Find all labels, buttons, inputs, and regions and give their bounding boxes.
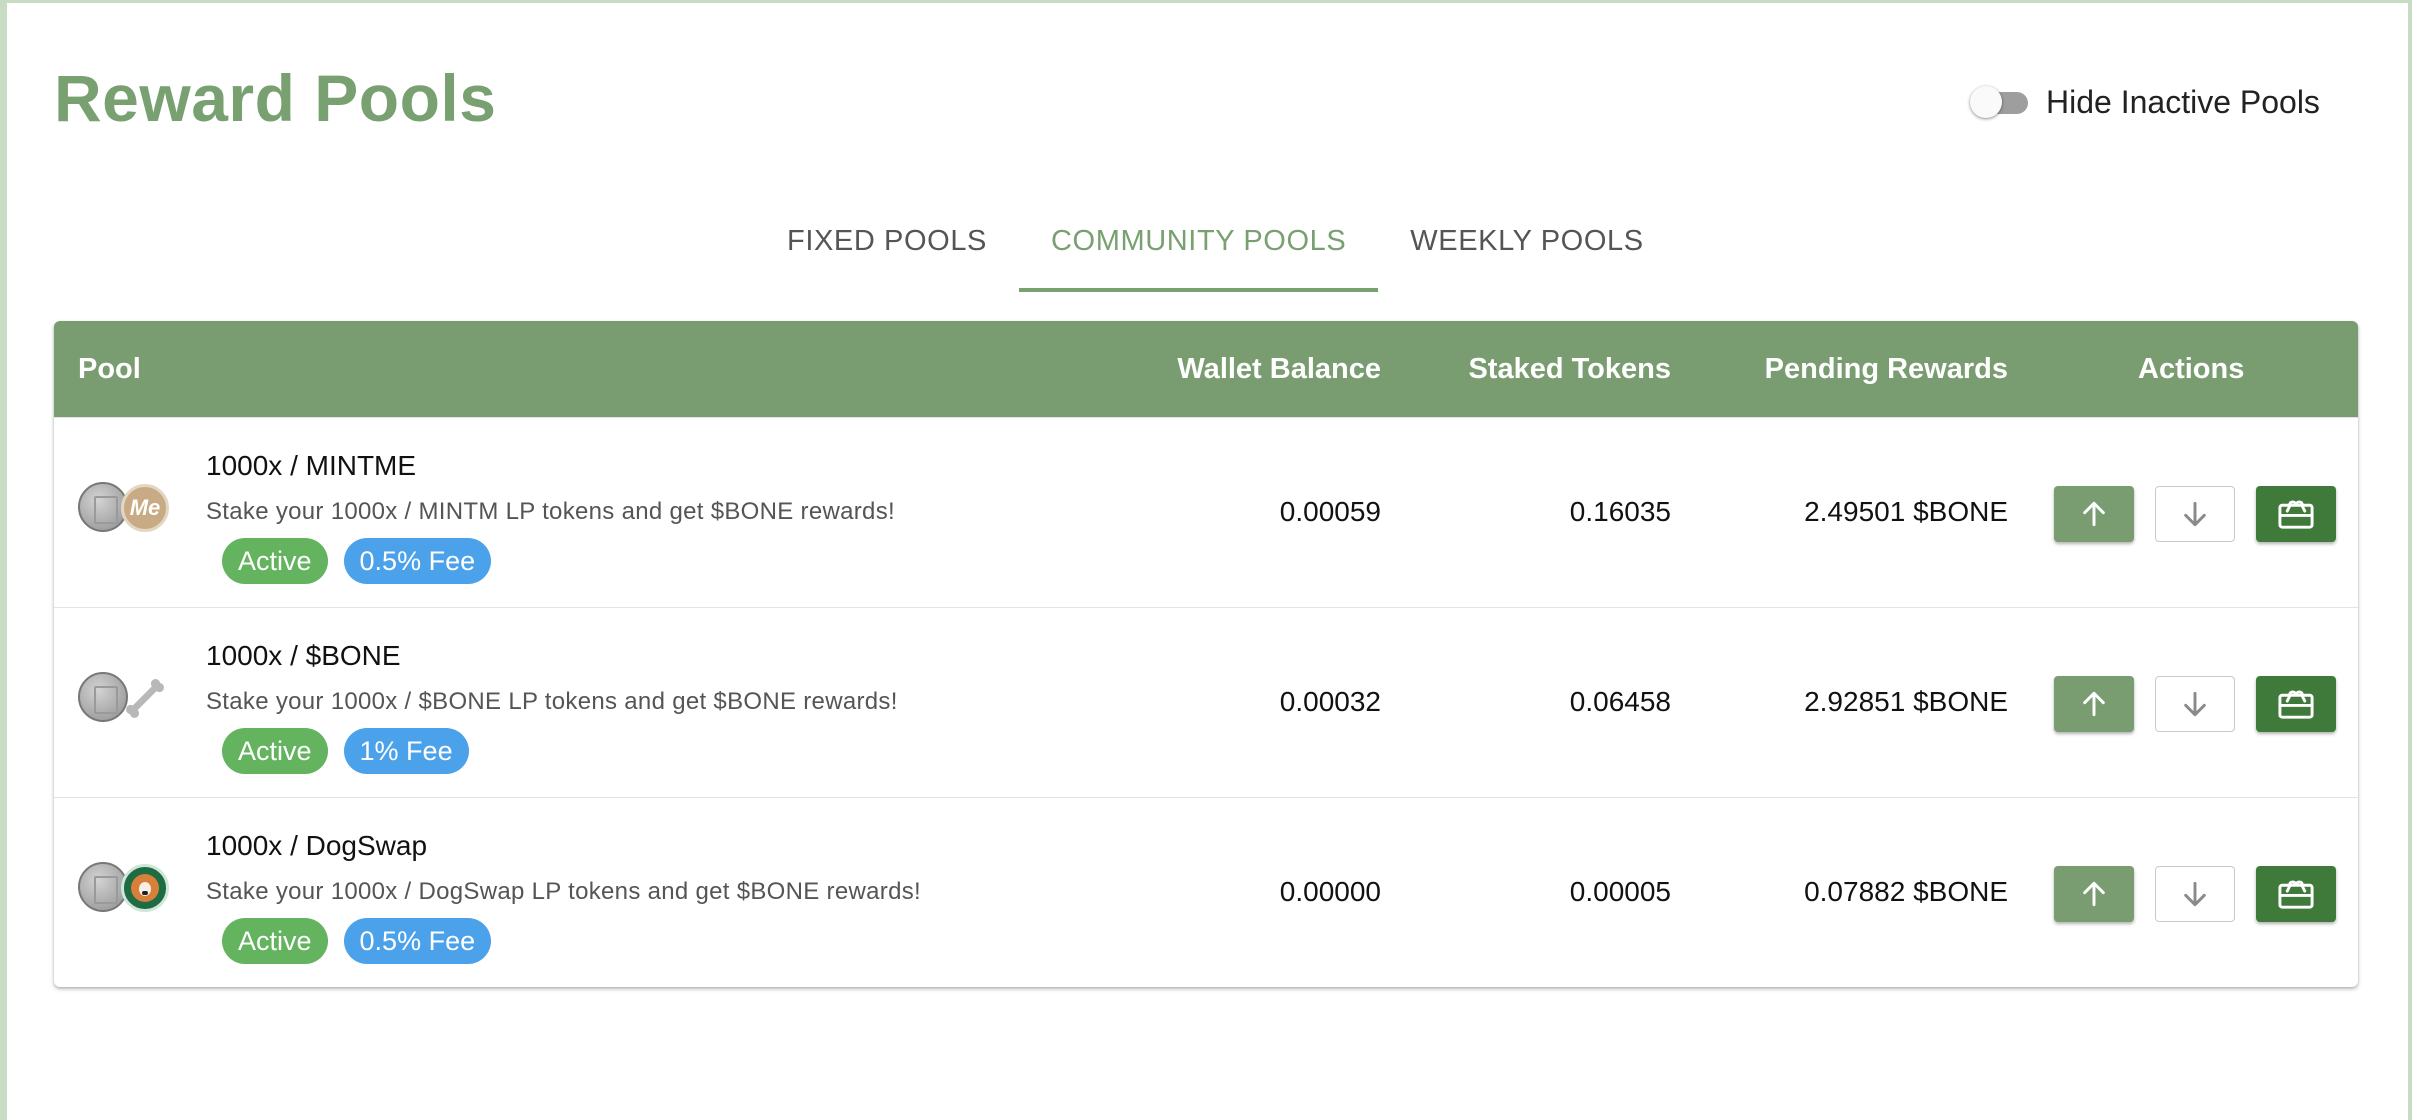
pool-tabs: FIXED POOLS COMMUNITY POOLS WEEKLY POOLS [755, 210, 1676, 292]
staked-tokens: 0.16035 [1569, 496, 1671, 527]
stake-button[interactable] [2054, 676, 2134, 732]
dogswap-coin-icon [121, 864, 169, 912]
stake-button[interactable] [2054, 486, 2134, 542]
pool-description: Stake your 1000x / MINTM LP tokens and g… [206, 498, 895, 525]
status-badge: Active [222, 538, 328, 584]
claim-rewards-button[interactable] [2256, 676, 2336, 732]
status-badge: Active [222, 728, 328, 774]
toggle-switch[interactable] [1970, 85, 2028, 118]
bone-icon [121, 674, 169, 722]
fee-badge: 0.5% Fee [343, 538, 492, 584]
stake-button[interactable] [2054, 866, 2134, 922]
pool-name: 1000x / MINTME [206, 450, 417, 481]
dog-face-icon [131, 874, 159, 902]
gift-card-icon [2278, 500, 2314, 529]
tab-community-pools[interactable]: COMMUNITY POOLS [1019, 210, 1379, 292]
unstake-button[interactable] [2155, 486, 2235, 542]
claim-rewards-button[interactable] [2256, 486, 2336, 542]
wallet-balance: 0.00059 [1279, 496, 1381, 527]
mintme-coin-icon: Me [121, 484, 169, 532]
pool-chips: Active 1% Fee [222, 728, 469, 774]
pending-rewards: 0.07882 $BONE [1804, 876, 2008, 907]
pool-chips: Active 0.5% Fee [222, 538, 492, 584]
pool-description: Stake your 1000x / DogSwap LP tokens and… [206, 878, 921, 905]
staked-tokens: 0.00005 [1569, 876, 1671, 907]
table-row: 1000x / $BONE Stake your 1000x / $BONE L… [54, 607, 2358, 798]
status-badge: Active [222, 918, 328, 964]
table-header: Pool Wallet Balance Staked Tokens Pendin… [54, 321, 2358, 417]
table-row: Me 1000x / MINTME Stake your 1000x / MIN… [54, 417, 2358, 608]
pool-chips: Active 0.5% Fee [222, 918, 492, 964]
unstake-button[interactable] [2155, 866, 2235, 922]
tab-weekly-pools[interactable]: WEEKLY POOLS [1378, 210, 1675, 290]
column-header-staked-tokens: Staked Tokens [1468, 353, 1671, 385]
pending-rewards: 2.49501 $BONE [1804, 496, 2008, 527]
pools-table: Pool Wallet Balance Staked Tokens Pendin… [54, 321, 2358, 987]
gift-card-icon [2278, 880, 2314, 909]
page-frame-left [0, 0, 7, 1120]
column-header-actions: Actions [2138, 353, 2245, 385]
arrow-down-icon [2184, 501, 2206, 527]
arrow-down-icon [2184, 881, 2206, 907]
fee-badge: 0.5% Fee [343, 918, 492, 964]
arrow-up-icon [2083, 881, 2105, 907]
column-header-pending-rewards: Pending Rewards [1764, 353, 2008, 385]
wallet-balance: 0.00032 [1279, 686, 1381, 717]
unstake-button[interactable] [2155, 676, 2235, 732]
claim-rewards-button[interactable] [2256, 866, 2336, 922]
arrow-down-icon [2184, 691, 2206, 717]
wallet-balance: 0.00000 [1279, 876, 1381, 907]
staked-tokens: 0.06458 [1569, 686, 1671, 717]
hide-inactive-toggle[interactable]: Hide Inactive Pools [1970, 84, 2320, 121]
pool-name: 1000x / DogSwap [206, 830, 428, 861]
page-frame-top [0, 0, 2412, 3]
pending-rewards: 2.92851 $BONE [1804, 686, 2008, 717]
gift-card-icon [2278, 690, 2314, 719]
fee-badge: 1% Fee [343, 728, 469, 774]
column-header-wallet-balance: Wallet Balance [1177, 353, 1381, 385]
column-header-pool: Pool [78, 353, 141, 385]
table-row: 1000x / DogSwap Stake your 1000x / DogSw… [54, 797, 2358, 987]
toggle-knob [1970, 85, 2002, 118]
page-frame-right [2408, 0, 2412, 1120]
pool-name: 1000x / $BONE [206, 640, 401, 671]
arrow-up-icon [2083, 501, 2105, 527]
arrow-up-icon [2083, 691, 2105, 717]
tab-fixed-pools[interactable]: FIXED POOLS [755, 210, 1019, 290]
page-title: Reward Pools [54, 61, 497, 135]
pool-description: Stake your 1000x / $BONE LP tokens and g… [206, 688, 898, 715]
toggle-label: Hide Inactive Pools [2046, 84, 2320, 120]
